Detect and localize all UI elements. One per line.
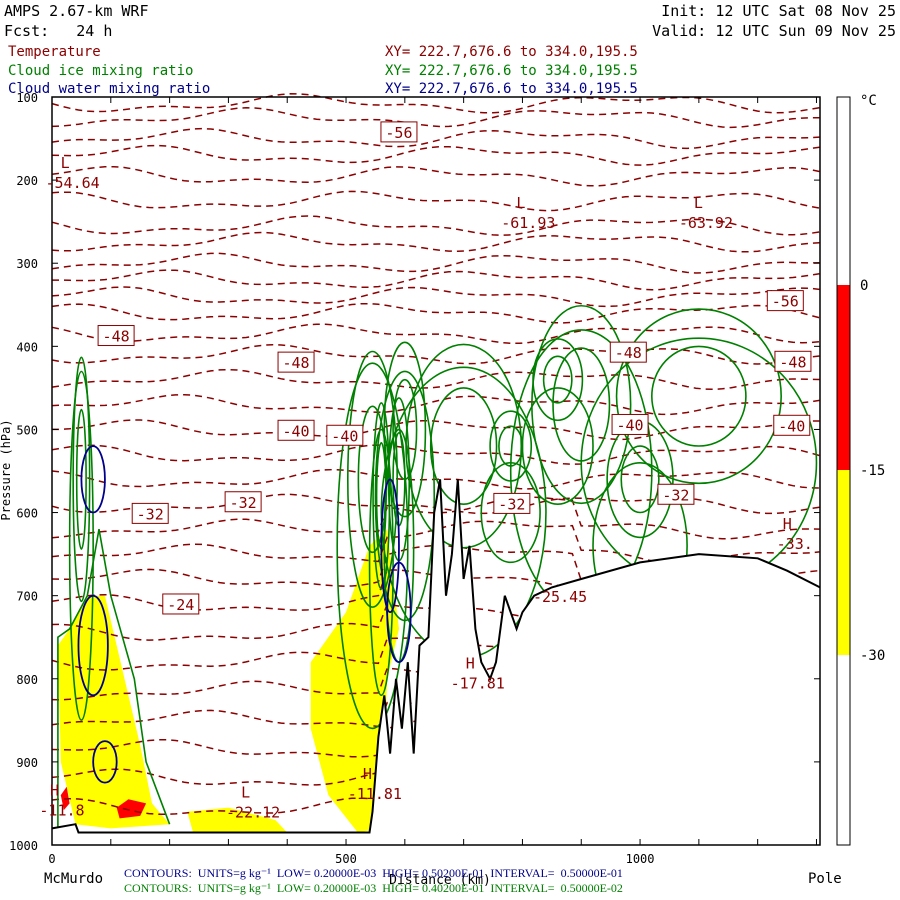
cloud-ice-contour bbox=[405, 343, 523, 549]
cloud-ice-contour bbox=[606, 420, 674, 539]
x-tick-label: 1000 bbox=[626, 852, 655, 866]
y-tick-label: 400 bbox=[16, 340, 38, 354]
y-tick-label: 200 bbox=[16, 174, 38, 188]
extremum-value-label: -22.12 bbox=[226, 803, 280, 821]
extremum-value-label: -11.81 bbox=[348, 785, 402, 803]
extremum-value-label: -33. bbox=[777, 535, 813, 553]
extremum-type-label: L bbox=[516, 194, 525, 212]
cloud-water-contour-info: CONTOURS: UNITS=g kg⁻¹ LOW= 0.20000E-03 … bbox=[124, 866, 623, 880]
isotherm-line bbox=[51, 231, 820, 253]
colorbar-label: -30 bbox=[860, 648, 885, 664]
colorbar-band bbox=[837, 285, 850, 470]
extremum-value-label: -11.8 bbox=[39, 802, 84, 820]
isotherm-label: -40 bbox=[778, 417, 805, 435]
colorbar-label: 0 bbox=[860, 278, 868, 294]
cloud-shading-yellow bbox=[57, 595, 170, 829]
isotherm-label: -32 bbox=[498, 495, 525, 513]
isotherm-line bbox=[51, 323, 820, 345]
y-tick-label: 500 bbox=[16, 423, 38, 437]
extremum-value-label: -17.81 bbox=[451, 674, 505, 692]
isotherm-line bbox=[51, 107, 820, 129]
isotherm-label: -32 bbox=[137, 505, 164, 523]
isotherm-label: -32 bbox=[662, 486, 689, 504]
cross-section-chart: 100 200 300 400 500 600 700 800 900 1000 0 500 1000 P… bbox=[0, 91, 885, 888]
x-tick-label: 500 bbox=[335, 852, 357, 866]
extremum-value-label: -54.64 bbox=[45, 174, 99, 192]
isotherm-label: -48 bbox=[282, 354, 309, 372]
isotherm-line bbox=[51, 302, 820, 324]
isotherm-label: -24 bbox=[167, 596, 194, 614]
extremum-type-label: L bbox=[61, 154, 70, 172]
extremum-type-label: H bbox=[363, 765, 372, 783]
y-tick-label: 900 bbox=[16, 756, 38, 770]
isotherm-label: -40 bbox=[282, 422, 309, 440]
isotherm-label: -56 bbox=[772, 293, 799, 311]
y-axis-label: Pressure (hPa) bbox=[0, 419, 13, 520]
isotherm-line bbox=[51, 252, 820, 274]
cloud-ice-contour bbox=[542, 355, 573, 404]
extremum-value-label: -63.92 bbox=[679, 214, 733, 232]
extremum-value-label: -61.93 bbox=[501, 214, 555, 232]
isotherm-label: -40 bbox=[331, 427, 358, 445]
colorbar-band bbox=[837, 470, 850, 655]
isotherm-line bbox=[51, 144, 820, 166]
extremum-type-label: H bbox=[50, 782, 59, 800]
isotherm-line bbox=[51, 419, 820, 441]
isotherm-line bbox=[51, 393, 820, 416]
isotherm-line bbox=[51, 190, 820, 212]
extremum-type-label: H bbox=[783, 515, 792, 533]
colorbar-label: -15 bbox=[860, 463, 885, 479]
y-tick-label: 100 bbox=[16, 91, 38, 105]
terrain-fill bbox=[52, 479, 820, 845]
colorbar-unit: °C bbox=[860, 93, 877, 109]
cloud-ice-contour bbox=[532, 338, 584, 422]
isotherm-label: -48 bbox=[779, 353, 806, 371]
isotherm-line bbox=[51, 165, 820, 187]
x-tick-label: 0 bbox=[48, 852, 55, 866]
extremum-type-label: L bbox=[241, 783, 250, 801]
y-tick-label: 800 bbox=[16, 673, 38, 687]
isotherm-label: -40 bbox=[617, 416, 644, 434]
cloud-ice-contour bbox=[651, 345, 747, 447]
isotherm-line bbox=[51, 368, 820, 391]
right-station-label: Pole bbox=[808, 871, 842, 887]
left-station-label: McMurdo bbox=[44, 871, 104, 887]
isotherm-label: -32 bbox=[230, 494, 257, 512]
isotherm-label: -56 bbox=[385, 124, 412, 142]
isotherm-line bbox=[51, 127, 820, 150]
cloud-ice-contour-info: CONTOURS: UNITS=g kg⁻¹ LOW= 0.20000E-03 … bbox=[124, 881, 623, 895]
extremum-type-label: L bbox=[694, 194, 703, 212]
y-tick-label: 300 bbox=[16, 257, 38, 271]
y-tick-label: 600 bbox=[16, 507, 38, 521]
extremum-value-label: -25.45 bbox=[533, 588, 587, 606]
isotherm-line bbox=[51, 343, 820, 365]
isotherm-label: -48 bbox=[615, 344, 642, 362]
isotherm-label: -48 bbox=[103, 328, 130, 346]
isotherm-line bbox=[51, 286, 820, 308]
y-tick-label: 700 bbox=[16, 590, 38, 604]
isotherm-line bbox=[51, 444, 820, 465]
y-tick-label: 1000 bbox=[9, 839, 38, 853]
isotherm-line bbox=[52, 269, 820, 291]
extremum-type-label: H bbox=[466, 654, 475, 672]
